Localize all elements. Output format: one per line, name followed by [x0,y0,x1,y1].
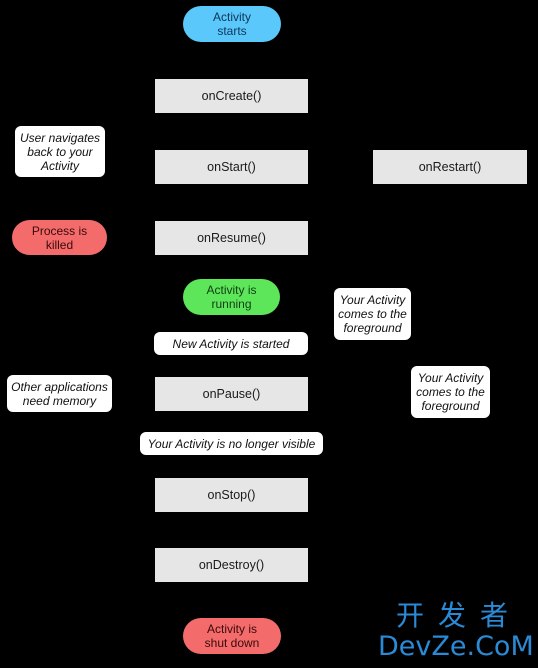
note-label: Your Activity comes to the foreground [338,293,407,335]
note-new-activity-started: New Activity is started [154,332,308,355]
note-label: Your Activity is no longer visible [147,436,316,451]
method-label: onResume() [197,231,266,245]
method-label: onPause() [202,387,261,401]
method-onstart: onStart() [155,150,308,184]
note-label: New Activity is started [172,336,290,351]
state-label: Activity is running [206,283,257,311]
note-user-navigates-back: User navigates back to your Activity [15,126,105,177]
method-ondestroy: onDestroy() [155,548,308,582]
watermark-logo: 开发者 DevZe.CoM [378,599,534,662]
note-comes-to-foreground-resume: Your Activity comes to the foreground [334,288,411,340]
method-label: onCreate() [201,89,262,103]
state-activity-shut-down: Activity is shut down [183,618,281,654]
note-label: Other applications need memory [11,379,108,408]
state-process-killed: Process is killed [12,220,107,255]
method-label: onRestart() [418,160,482,174]
watermark-chinese-text: 开发者 [395,599,522,632]
method-onrestart: onRestart() [373,150,527,184]
method-label: onDestroy() [198,558,265,572]
state-activity-running: Activity is running [183,279,280,315]
state-label: Activity is shut down [204,622,260,650]
note-comes-to-foreground-restart: Your Activity comes to the foreground [411,366,490,418]
method-label: onStop() [207,488,256,502]
method-onpause: onPause() [155,377,308,411]
method-onresume: onResume() [155,221,308,255]
method-oncreate: onCreate() [155,79,308,113]
method-label: onStart() [207,160,256,174]
note-other-apps-need-memory: Other applications need memory [7,375,112,412]
note-label: Your Activity comes to the foreground [416,371,485,413]
state-label: Activity starts [212,10,251,38]
method-onstop: onStop() [155,478,308,512]
note-label: User navigates back to your Activity [19,130,101,173]
state-activity-starts: Activity starts [183,6,281,42]
state-label: Process is killed [31,223,88,252]
note-no-longer-visible: Your Activity is no longer visible [140,432,323,455]
watermark-latin-text: DevZe.CoM [378,631,534,662]
